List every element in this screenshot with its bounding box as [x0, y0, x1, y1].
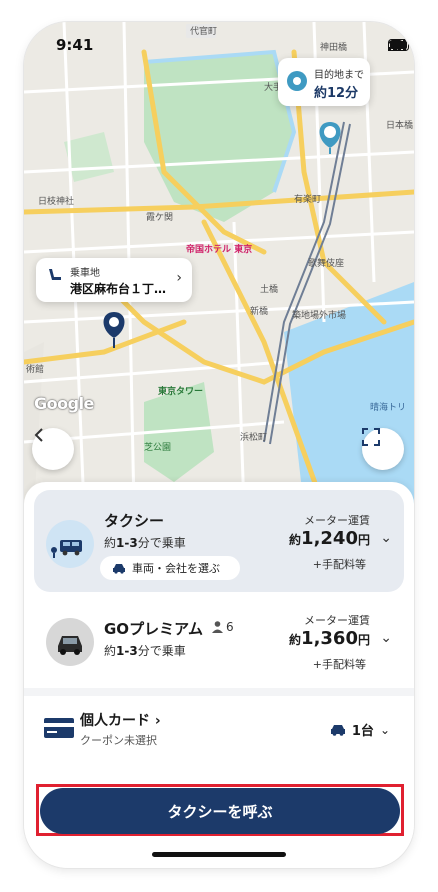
payment-method-button[interactable]: 個人カード › [80, 710, 161, 730]
battery-icon [388, 39, 412, 51]
map-view[interactable]: 代官町 日枝神社 帝国ホテル 東京 歌舞伎座 築地場外市場 東京タワー 芝公園 … [24, 22, 414, 508]
label-yurakucho: 有楽町 [294, 193, 321, 205]
fullscreen-icon [362, 428, 380, 446]
chevron-right-icon: › [176, 270, 182, 286]
label-museum: 術館 [26, 363, 44, 375]
car-icon [113, 564, 125, 574]
call-taxi-button[interactable]: タクシーを呼ぶ [40, 788, 400, 834]
home-indicator[interactable] [152, 852, 286, 857]
fare-label: メーター運賃 [304, 614, 370, 627]
chevron-down-icon: ⌄ [379, 722, 390, 737]
label-kasumigaseki: 霞ケ関 [146, 212, 173, 223]
fare-amount: 約1,360円 [289, 628, 370, 649]
coupon-status[interactable]: クーポン未選択 [80, 732, 157, 748]
label-harumi: 晴海トリ [370, 401, 406, 413]
section-divider [24, 688, 414, 696]
google-attribution: Google [34, 394, 94, 413]
card-icon [44, 718, 74, 738]
destination-label: 目的地まで [314, 70, 364, 81]
label-hie-jinja: 日枝神社 [38, 195, 74, 207]
car-icon [330, 725, 345, 736]
label-kabukiza: 歌舞伎座 [308, 257, 344, 269]
destination-eta: 約12分 [314, 86, 359, 101]
ride-name: GOプレミアム [104, 620, 204, 638]
label-hamamatsucho: 浜松町 [240, 431, 267, 443]
seat-icon [49, 269, 61, 280]
label-imperial-hotel: 帝国ホテル 東京 [186, 243, 252, 255]
ride-selection-sheet: タクシー 約1-3分で乗車 車両・会社を選ぶ メーター運賃 約1,240円 +手… [24, 482, 414, 868]
taxi-icon [46, 520, 94, 568]
status-time: 9:41 [56, 36, 94, 54]
fare-note: +手配料等 [312, 558, 366, 571]
destination-eta-card[interactable]: 目的地まで 約12分 [278, 58, 370, 106]
label-shiba-park: 芝公園 [144, 441, 171, 453]
fare-label: メーター運賃 [304, 514, 370, 527]
label-tsukiji: 築地場外市場 [292, 309, 346, 321]
chevron-right-icon: › [154, 713, 161, 729]
pickup-address: 港区麻布台１丁… [70, 282, 167, 296]
payment-method: 個人カード [80, 713, 150, 729]
capacity: 6 [212, 620, 234, 634]
ride-name: タクシー [104, 512, 165, 530]
ride-option-go-premium[interactable]: GOプレミアム 6 約1-3分で乗車 メーター運賃 約1,360円 +手配料等 … [34, 598, 404, 688]
select-vehicle-company-chip[interactable]: 車両・会社を選ぶ [100, 556, 240, 580]
location-target-icon [287, 71, 307, 91]
fare-amount: 約1,240円 [289, 528, 370, 549]
pickup-eta: 約1-3分で乗車 [104, 644, 186, 658]
person-icon [212, 621, 223, 633]
label-dobashi: 土橋 [260, 283, 278, 295]
premium-car-icon [46, 618, 94, 666]
chevron-down-icon[interactable]: ⌄ [380, 530, 392, 546]
label-tokyo-tower: 東京タワー [158, 385, 203, 397]
back-button[interactable] [32, 428, 74, 470]
car-count: 1台 [351, 724, 374, 739]
pickup-label: 乗車地 [70, 268, 100, 279]
ride-option-taxi[interactable]: タクシー 約1-3分で乗車 車両・会社を選ぶ メーター運賃 約1,240円 +手… [34, 490, 404, 592]
chevron-down-icon[interactable]: ⌄ [380, 630, 392, 646]
phone-screen: 代官町 日枝神社 帝国ホテル 東京 歌舞伎座 築地場外市場 東京タワー 芝公園 … [24, 22, 414, 868]
label-nihonbashi: 日本橋 [386, 119, 413, 131]
back-icon [34, 428, 43, 442]
fare-note: +手配料等 [312, 658, 366, 671]
car-count-selector[interactable]: 1台 ⌄ [330, 720, 390, 739]
fullscreen-button[interactable] [362, 428, 404, 470]
pickup-eta: 約1-3分で乗車 [104, 536, 186, 550]
pickup-location-card[interactable]: 乗車地 港区麻布台１丁… › [36, 258, 192, 302]
chip-label: 車両・会社を選ぶ [132, 562, 220, 575]
label-shimbashi: 新橋 [250, 305, 268, 317]
